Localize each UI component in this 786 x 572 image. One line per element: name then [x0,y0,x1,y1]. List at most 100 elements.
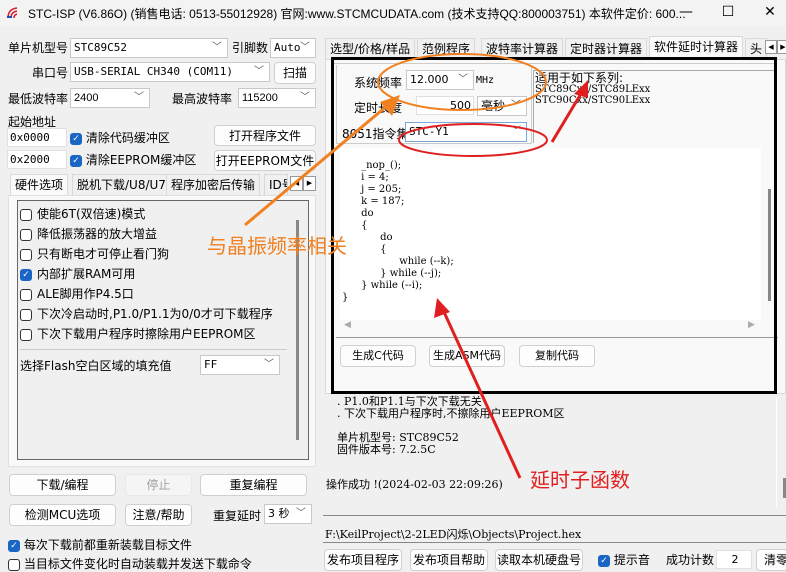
hardware-option-checkbox[interactable]: ✓ 内部扩展RAM可用 [20,265,135,283]
log-line: . 下次下载用户程序时,不擦除用户EEPROM区 [337,407,565,420]
tab-id[interactable]: ID号 [264,174,288,195]
tab-scroll-left-icon[interactable]: ◀ [290,176,303,191]
tab-scroll-right-icon[interactable]: ▶ [777,40,786,54]
hardware-option-checkbox[interactable]: 降低振荡器的放大增益 [20,225,157,243]
pin-count-select[interactable]: Auto ﹀ [270,38,316,58]
hardware-option-label: 降低振荡器的放大增益 [37,227,158,241]
max-baud-value: 115200 [242,92,278,104]
tab-offline-download[interactable]: 脱机下载/U8/U7 [72,174,171,195]
mcu-type-label: 单片机型号 [8,41,69,55]
chevron-down-icon: ﹀ [212,42,222,53]
repeat-delay-value: 3 秒 [268,507,290,520]
log-divider [776,397,777,507]
publish-help-button[interactable]: 发布项目帮助 [410,549,488,571]
clear-code-checkbox[interactable]: ✓ 清除代码缓冲区 [70,129,170,146]
beep-checkbox[interactable]: ✓ 提示音 [598,551,650,568]
auto-load-label: 当目标文件变化时自动装载并发送下载命令 [23,557,252,571]
fill-value-select[interactable]: FF ﹀ [200,355,280,375]
chevron-down-icon: ﹀ [264,359,274,370]
port-label: 串口号 [32,66,69,80]
open-program-file-button[interactable]: 打开程序文件 [214,125,316,146]
clear-code-label: 清除代码缓冲区 [85,131,170,145]
hardware-option-label: 下次下载用户程序时擦除用户EEPROM区 [37,327,256,341]
mcu-type-value: STC89C52 [74,41,127,54]
chevron-down-icon: ﹀ [296,508,306,519]
tab-hardware-options[interactable]: 硬件选项 [10,174,69,196]
reload-file-checkbox[interactable]: ✓ 每次下载前都重新装载目标文件 [8,536,192,553]
mcu-type-select[interactable]: STC89C52 ﹀ [70,38,228,58]
path-bottom-line [323,542,786,543]
left-tab-bar: 硬件选项 脱机下载/U8/U7 程序加密后传输 ID号 ◀ ▶ [8,174,318,196]
repeat-delay-select[interactable]: 3 秒 ﹀ [264,504,312,524]
hardware-option-checkbox[interactable]: 下次下载用户程序时擦除用户EEPROM区 [20,325,256,343]
reload-file-label: 每次下载前都重新装载目标文件 [23,538,192,552]
minimize-button[interactable]: — [666,0,706,26]
maximize-button[interactable]: ☐ [708,0,748,26]
scan-button[interactable]: 扫描 [274,62,316,84]
eeprom-address-input[interactable]: 0x2000 [7,150,67,169]
close-button[interactable]: ✕ [750,0,786,26]
beep-label: 提示音 [613,553,650,567]
hardware-option-checkbox[interactable]: 使能6T(双倍速)模式 [20,205,145,223]
checkmark-icon: ✓ [20,268,32,281]
checkbox-empty-icon [20,308,32,321]
delay-function-annotation: 延时子函数 [530,468,630,492]
window-title: STC-ISP (V6.86O) (销售电话: 0513-55012928) 官… [28,7,686,21]
checkbox-empty-icon [20,248,32,261]
hardware-option-checkbox[interactable]: ALE脚用作P4.5口 [20,285,134,303]
stop-button[interactable]: 停止 [125,474,192,496]
min-baud-select[interactable]: 2400 ﹀ [70,88,150,108]
tab-scroll-right-icon[interactable]: ▶ [303,176,316,191]
fill-value-label: 选择Flash空白区域的填充值 [20,359,172,373]
auto-load-checkbox[interactable]: 当目标文件变化时自动装载并发送下载命令 [8,555,252,572]
pin-count-label: 引脚数 [232,41,269,55]
highlight-frame [331,57,777,394]
read-disk-id-button[interactable]: 读取本机硬盘号 [495,549,583,571]
tab-baud-calculator[interactable]: 波特率计算器 [481,38,564,59]
checkbox-empty-icon [8,558,20,571]
min-baud-label: 最低波特率 [8,92,69,106]
download-program-button[interactable]: 下载/编程 [9,474,116,496]
port-select[interactable]: USB-SERIAL CH340 (COM11) ﹀ [70,62,270,82]
tab-selection-price[interactable]: 选型/价格/样品 [325,38,416,59]
clear-eeprom-checkbox[interactable]: ✓ 清除EEPROM缓冲区 [70,151,196,168]
max-baud-label: 最高波特率 [172,92,233,106]
hardware-option-label: 只有断电才可停止看门狗 [37,247,170,261]
stc-app-icon [7,7,18,19]
max-baud-select[interactable]: 115200 ﹀ [238,88,316,108]
hardware-option-checkbox[interactable]: 下次冷启动时,P1.0/P1.1为0/0才可下载程序 [20,305,273,323]
checkbox-empty-icon [20,288,32,301]
repeat-program-button[interactable]: 重复编程 [200,474,307,496]
help-button[interactable]: 注意/帮助 [125,504,192,526]
checkbox-empty-icon [20,228,32,241]
start-address-input[interactable]: 0x0000 [7,128,67,147]
open-eeprom-file-button[interactable]: 打开EEPROM文件 [214,150,316,171]
checkmark-icon: ✓ [8,539,20,552]
repeat-delay-label: 重复延时 [213,509,262,523]
tab-scroll-left-icon[interactable]: ◀ [765,40,777,54]
detect-mcu-button[interactable]: 检测MCU选项 [9,504,116,526]
file-path: F:\KeilProject\2-2LED闪烁\Objects\Project.… [325,528,582,541]
tab-header[interactable]: 头 [745,38,767,59]
tab-sample-programs[interactable]: 范例程序 [417,38,476,59]
crystal-frequency-annotation: 与晶振频率相关 [207,234,347,258]
checkmark-icon: ✓ [70,154,82,167]
hardware-option-checkbox[interactable]: 只有断电才可停止看门狗 [20,245,169,263]
clear-count-button[interactable]: 清零 [756,549,786,571]
tab-encrypted-transfer[interactable]: 程序加密后传输 [166,174,261,195]
tab-timer-calculator[interactable]: 定时器计算器 [565,38,648,59]
port-value: USB-SERIAL CH340 (COM11) [74,65,233,78]
checkmark-icon: ✓ [598,554,610,567]
publish-program-button[interactable]: 发布项目程序 [324,549,402,571]
checkmark-icon: ✓ [70,132,82,145]
success-count-value: 2 [716,550,752,569]
hardware-option-label: ALE脚用作P4.5口 [37,287,134,301]
fill-value: FF [204,358,218,371]
pin-count-value: Auto [274,41,301,54]
success-count-label: 成功计数 [666,553,715,567]
chevron-down-icon: ﹀ [134,92,144,103]
log-line: 固件版本号: 7.2.5C [337,443,436,456]
checkbox-empty-icon [20,328,32,341]
options-divider [20,349,287,350]
hardware-option-label: 使能6T(双倍速)模式 [37,207,146,221]
